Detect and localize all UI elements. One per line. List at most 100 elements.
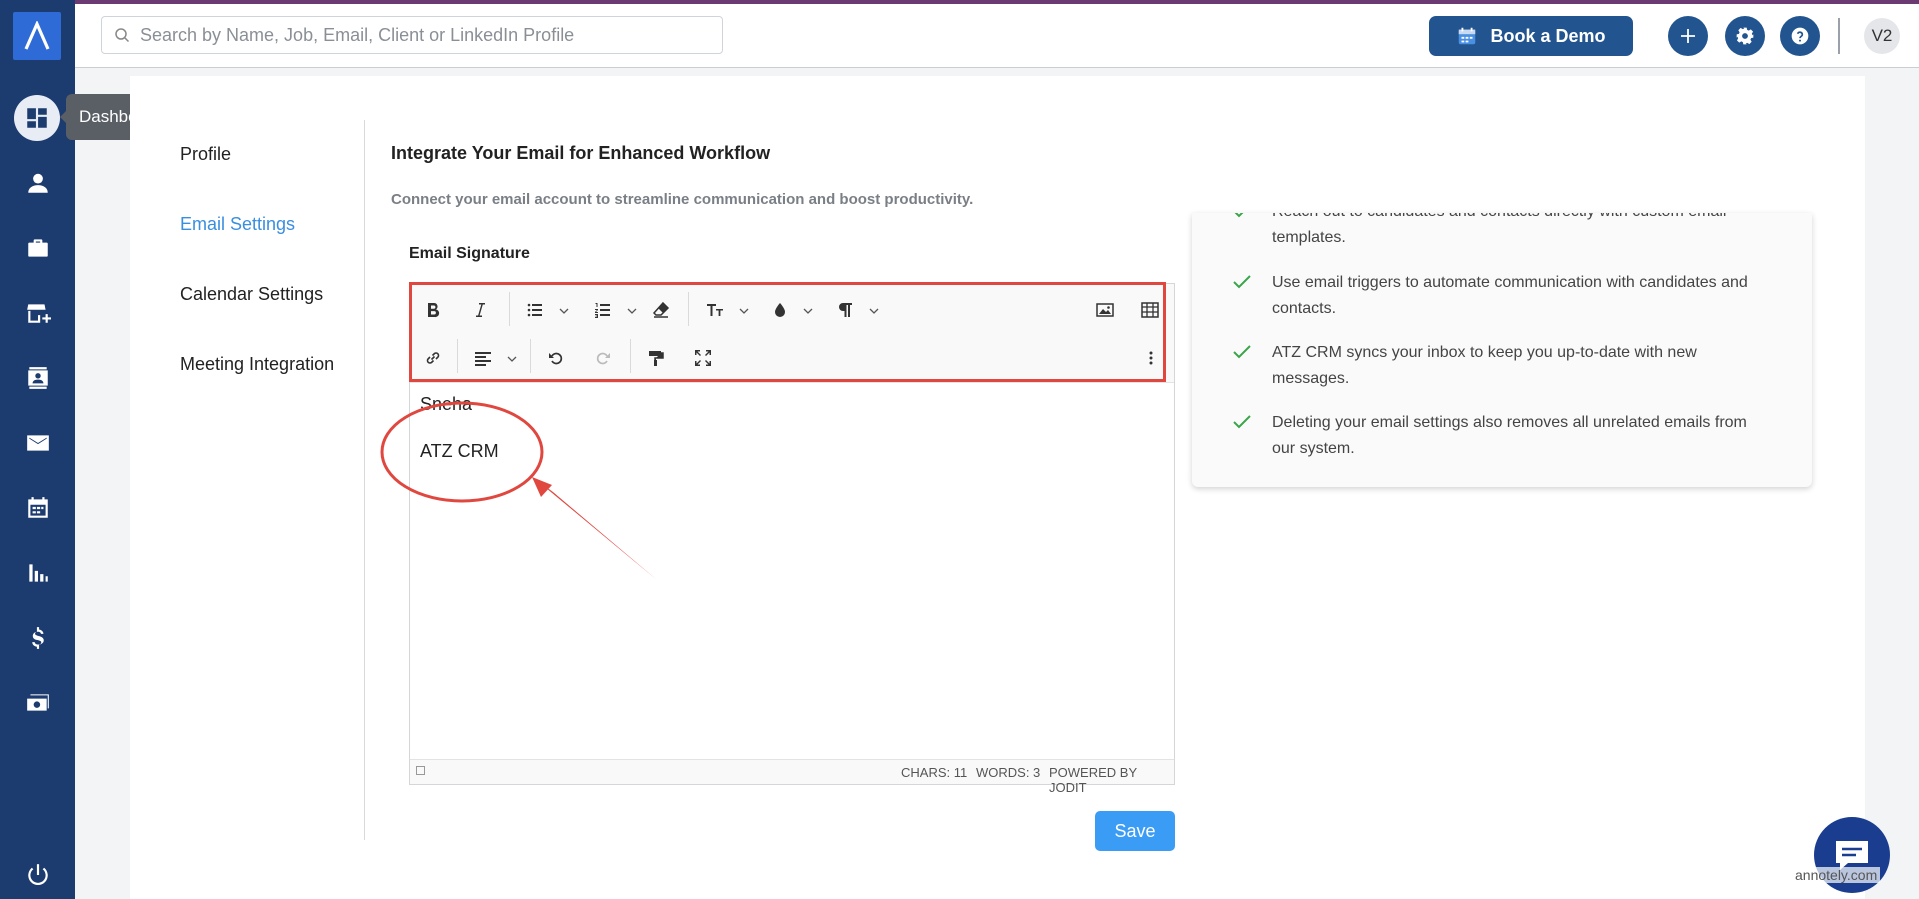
link-icon bbox=[426, 352, 440, 364]
add-button[interactable] bbox=[1668, 16, 1708, 56]
align-button[interactable] bbox=[468, 343, 498, 373]
page-title: Integrate Your Email for Enhanced Workfl… bbox=[391, 143, 771, 163]
dollar-icon bbox=[31, 627, 44, 649]
money-icon bbox=[26, 694, 49, 711]
toolbar-separator bbox=[530, 339, 531, 373]
droplet-icon bbox=[775, 303, 785, 317]
eraser-icon bbox=[652, 301, 670, 318]
powered-by-label: POWERED BY JODIT bbox=[1049, 765, 1137, 795]
menu-item-email-settings[interactable]: Email Settings bbox=[180, 214, 295, 235]
menu-item-calendar-settings[interactable]: Calendar Settings bbox=[180, 284, 323, 305]
chevron-down-icon[interactable] bbox=[738, 305, 750, 317]
sidebar-item-clients[interactable] bbox=[0, 293, 75, 333]
bold-button[interactable] bbox=[418, 295, 448, 325]
toolbar-separator bbox=[688, 292, 689, 326]
menu-divider bbox=[364, 120, 365, 840]
sidebar-item-email[interactable] bbox=[0, 423, 75, 463]
power-icon bbox=[27, 864, 48, 886]
contact-card-icon bbox=[27, 367, 48, 389]
sidebar-item-calendar[interactable] bbox=[0, 488, 75, 528]
fullscreen-icon bbox=[695, 350, 711, 366]
chevron-down-icon[interactable] bbox=[868, 305, 880, 317]
italic-button[interactable] bbox=[465, 295, 495, 325]
sidebar-item-contacts[interactable] bbox=[0, 358, 75, 398]
editor-content[interactable]: Sneha ATZ CRM bbox=[420, 394, 499, 462]
header-divider bbox=[1838, 18, 1840, 54]
briefcase-icon bbox=[27, 239, 48, 257]
check-icon bbox=[1234, 213, 1244, 218]
image-icon bbox=[1096, 303, 1114, 317]
undo-button[interactable] bbox=[541, 343, 571, 373]
sidebar-item-billing[interactable] bbox=[0, 618, 75, 658]
calendar-icon bbox=[27, 497, 48, 518]
sidebar bbox=[0, 0, 75, 899]
chevron-down-icon[interactable] bbox=[802, 305, 814, 317]
info-panel: Reach out to candidates and contacts dir… bbox=[1192, 213, 1812, 487]
check-icon bbox=[1233, 345, 1251, 359]
more-options-button[interactable] bbox=[1141, 343, 1161, 373]
chevron-down-icon[interactable] bbox=[558, 305, 570, 317]
search-input[interactable] bbox=[138, 23, 702, 47]
editor-statusbar: CHARS: 11 WORDS: 3 POWERED BY JODIT bbox=[410, 759, 1174, 795]
table-icon bbox=[1141, 302, 1159, 318]
sidebar-item-jobs[interactable] bbox=[0, 228, 75, 268]
text-color-button[interactable] bbox=[765, 295, 795, 325]
book-demo-button[interactable]: Book a Demo bbox=[1429, 16, 1633, 56]
bullet-list-button[interactable] bbox=[520, 295, 550, 325]
info-text: Deleting your email settings also remove… bbox=[1272, 414, 1747, 457]
logo-icon bbox=[24, 21, 50, 50]
insert-table-button[interactable] bbox=[1135, 295, 1165, 325]
chevron-down-icon[interactable] bbox=[506, 353, 518, 365]
info-text: Reach out to candidates and contacts dir… bbox=[1272, 213, 1726, 246]
redo-icon bbox=[596, 352, 610, 365]
plus-icon bbox=[1681, 29, 1695, 43]
font-size-button[interactable] bbox=[700, 295, 730, 325]
word-count: WORDS: 3 bbox=[976, 765, 1041, 780]
settings-button[interactable] bbox=[1725, 16, 1765, 56]
menu-item-meeting-integration[interactable]: Meeting Integration bbox=[180, 354, 334, 375]
gear-icon bbox=[1736, 27, 1754, 45]
info-text: Use email triggers to automate communica… bbox=[1272, 274, 1748, 317]
save-button[interactable]: Save bbox=[1095, 811, 1175, 851]
undo-icon bbox=[549, 352, 563, 365]
eraser-button[interactable] bbox=[646, 295, 676, 325]
redo-button[interactable] bbox=[588, 343, 618, 373]
bullet-list-icon bbox=[527, 303, 542, 317]
sidebar-item-candidates[interactable] bbox=[0, 163, 75, 203]
sidebar-item-dashboard[interactable] bbox=[14, 95, 60, 141]
help-button[interactable] bbox=[1780, 16, 1820, 56]
format-painter-button[interactable] bbox=[641, 343, 671, 373]
paragraph-icon bbox=[839, 303, 852, 317]
logout-button[interactable] bbox=[0, 855, 75, 895]
menu-item-profile[interactable]: Profile bbox=[180, 144, 231, 165]
sidebar-item-reports[interactable] bbox=[0, 553, 75, 593]
app-logo[interactable] bbox=[13, 12, 61, 60]
toolbar-separator bbox=[509, 292, 510, 326]
avatar[interactable]: V2 bbox=[1864, 18, 1900, 54]
editor-toolbar bbox=[410, 284, 1174, 383]
store-add-icon bbox=[26, 304, 51, 323]
paragraph-button[interactable] bbox=[830, 295, 860, 325]
page-subtitle: Connect your email account to streamline… bbox=[391, 191, 974, 208]
resize-handle-icon[interactable] bbox=[416, 766, 425, 775]
italic-icon bbox=[476, 303, 485, 317]
signature-label: Email Signature bbox=[409, 245, 530, 262]
check-icon bbox=[1233, 275, 1251, 289]
top-bar: Book a Demo V2 bbox=[75, 4, 1919, 68]
toolbar-separator bbox=[457, 339, 458, 373]
link-button[interactable] bbox=[418, 343, 448, 373]
fullscreen-button[interactable] bbox=[688, 343, 718, 373]
char-count: CHARS: 11 bbox=[901, 765, 968, 780]
toolbar-separator bbox=[630, 339, 631, 373]
person-icon bbox=[27, 173, 48, 193]
insert-image-button[interactable] bbox=[1090, 295, 1120, 325]
font-size-icon bbox=[707, 304, 723, 316]
mail-icon bbox=[26, 435, 49, 451]
paint-roller-icon bbox=[649, 351, 664, 366]
chevron-down-icon[interactable] bbox=[626, 305, 638, 317]
sidebar-item-payments[interactable] bbox=[0, 683, 75, 723]
bar-chart-icon bbox=[28, 564, 48, 582]
search-box[interactable] bbox=[101, 16, 723, 54]
numbered-list-button[interactable] bbox=[588, 295, 618, 325]
watermark: annotely.com bbox=[1792, 867, 1881, 883]
